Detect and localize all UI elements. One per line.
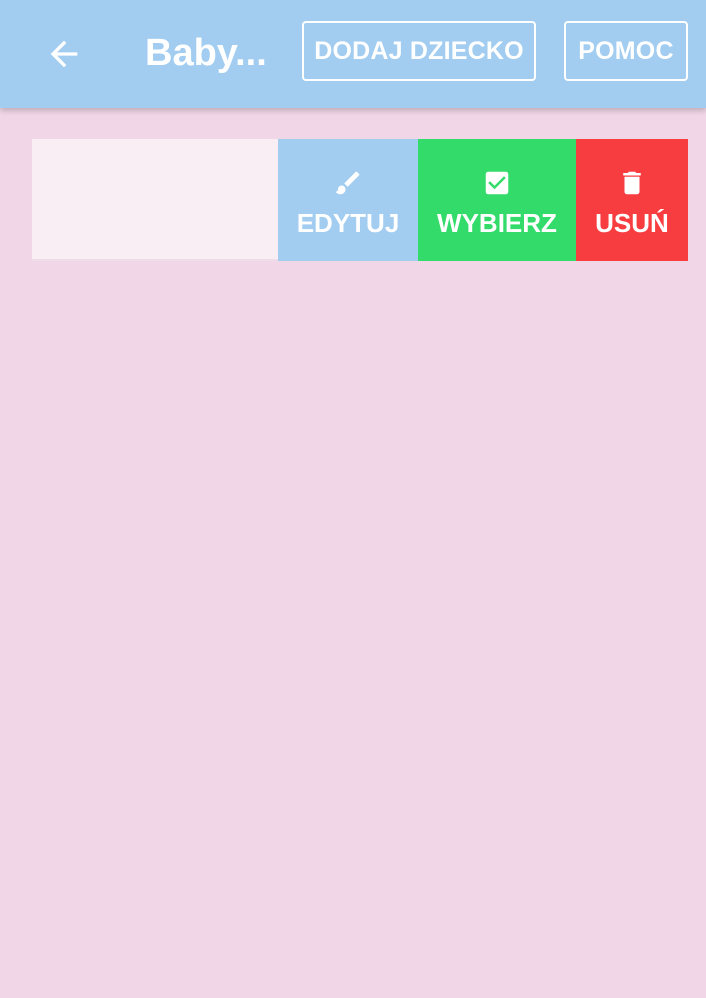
add-child-button[interactable]: DODAJ DZIECKO — [302, 21, 536, 81]
delete-button[interactable]: USUŃ — [576, 139, 688, 261]
select-label: WYBIERZ — [437, 208, 557, 238]
checkbox-icon — [482, 168, 512, 198]
arrow-left-icon — [44, 34, 84, 74]
delete-label: USUŃ — [595, 208, 669, 238]
page-title: Baby... — [145, 32, 267, 74]
trash-icon — [617, 168, 647, 198]
brush-icon — [333, 168, 363, 198]
edit-label: EDYTUJ — [296, 208, 400, 238]
back-button[interactable] — [36, 26, 92, 82]
help-button[interactable]: POMOC — [564, 21, 688, 81]
app-bar: Baby... DODAJ DZIECKO POMOC — [0, 0, 706, 108]
edit-button[interactable]: EDYTUJ — [278, 139, 418, 261]
select-button[interactable]: WYBIERZ — [418, 139, 576, 261]
list-item-content[interactable] — [32, 139, 278, 261]
list-item: EDYTUJ WYBIERZ USUŃ — [32, 139, 688, 261]
